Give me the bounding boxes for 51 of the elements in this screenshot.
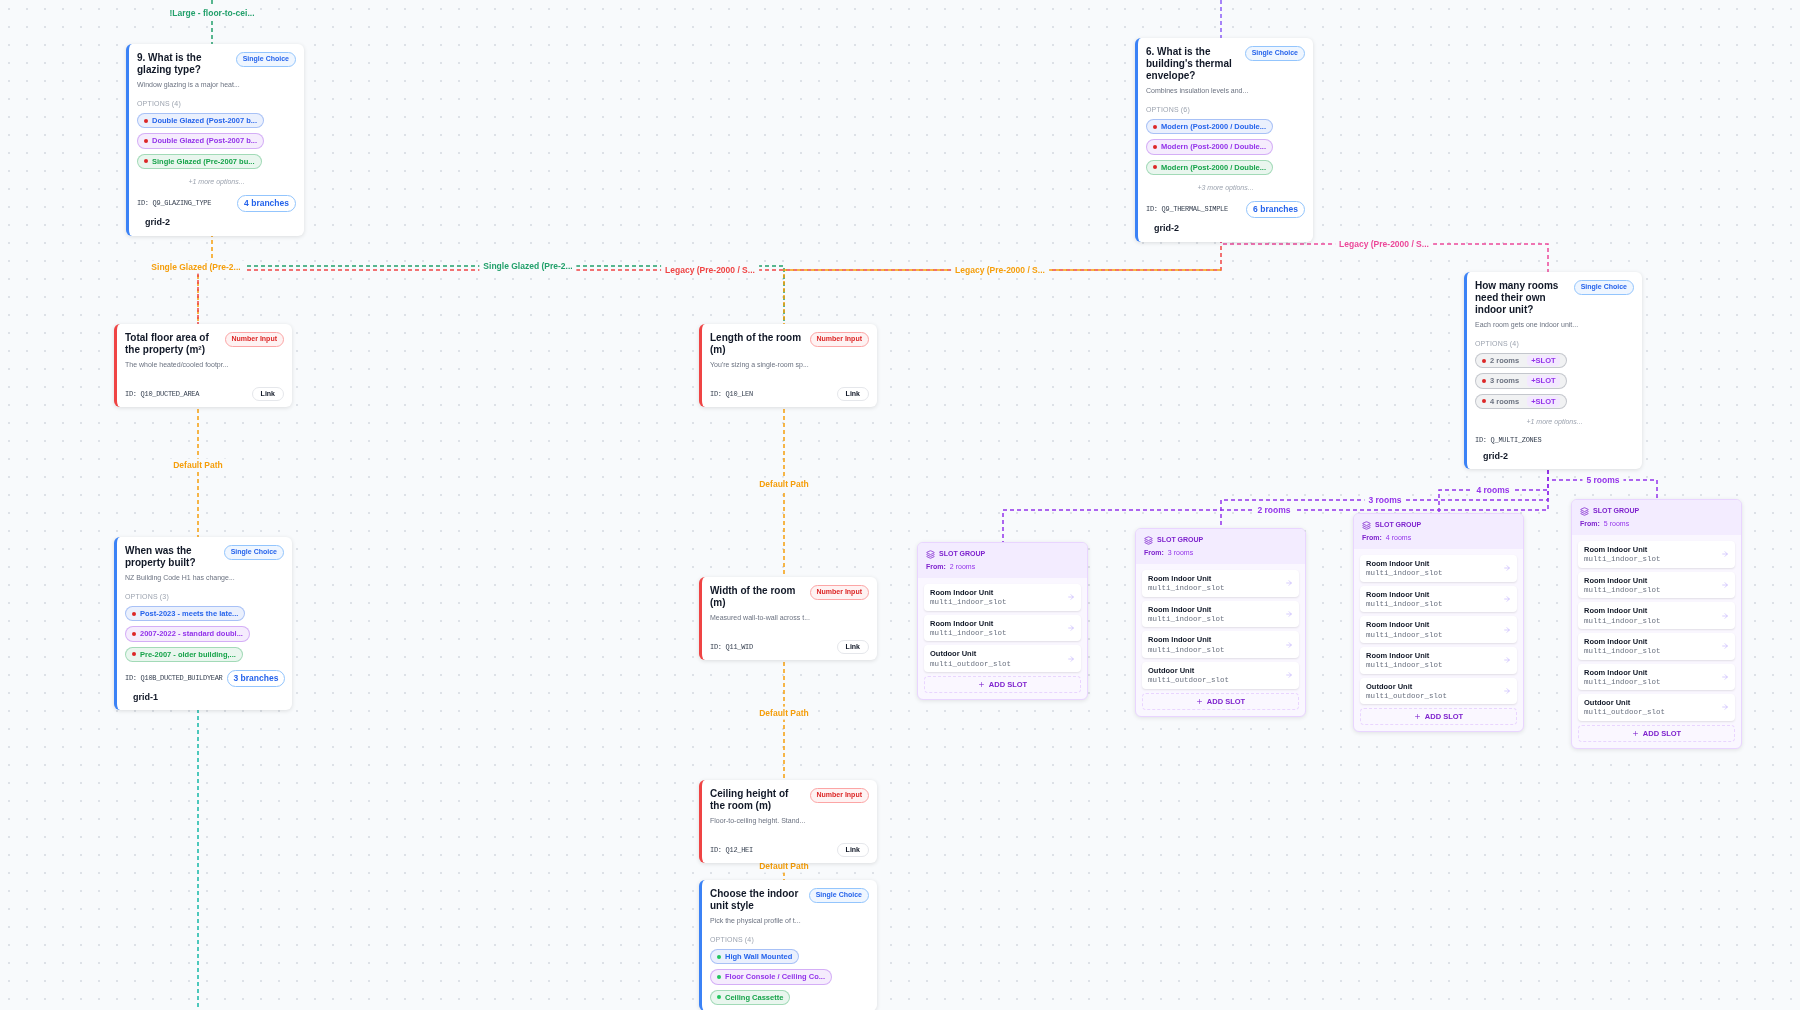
- plus-icon: [1413, 713, 1421, 721]
- question-title: 9. What is the glazing type?: [137, 52, 203, 76]
- arrow-right-icon: [1721, 611, 1729, 620]
- question-title: When was the property built?: [125, 545, 197, 569]
- arrow-right-icon: [1503, 564, 1511, 573]
- plus-icon: [977, 681, 985, 688]
- edge-label: Legacy (Pre-2000 / S...: [661, 263, 759, 277]
- edge-label: Legacy (Pre-2000 / S...: [951, 263, 1049, 277]
- arrow-right-icon: [1067, 623, 1075, 632]
- stack-icon: [1580, 506, 1589, 516]
- arrow-right-icon: [1285, 579, 1293, 588]
- plus-icon: [1631, 729, 1639, 737]
- arrow-right-icon: [1503, 686, 1511, 695]
- question-title: Width of the room (m): [710, 585, 797, 609]
- arrow-right-icon: [1503, 594, 1511, 603]
- arrow-right-icon: [1721, 672, 1729, 681]
- arrow-right-icon: [1721, 703, 1729, 712]
- grid-label: grid-2: [1154, 222, 1180, 235]
- edge-label: Single Glazed (Pre-2...: [479, 259, 577, 273]
- arrow-right-icon: [1503, 625, 1511, 634]
- edge-label: Default Path: [169, 458, 227, 472]
- stack-icon: [1144, 535, 1153, 545]
- arrow-right-icon: [1503, 656, 1511, 665]
- grid-label: grid-1: [133, 690, 159, 704]
- grid-label: grid-2: [1483, 449, 1509, 463]
- question-card[interactable]: [126, 44, 304, 236]
- arrow-right-icon: [1721, 580, 1729, 589]
- dashed-connector: [1220, 0, 1222, 39]
- slot-group-card[interactable]: [1571, 499, 1742, 749]
- stack-icon: [926, 549, 935, 559]
- question-title: How many rooms need their own indoor unit?: [1475, 280, 1560, 316]
- question-card[interactable]: [114, 537, 292, 710]
- arrow-right-icon: [1721, 550, 1729, 559]
- plus-icon: [1195, 697, 1203, 705]
- question-title: Total floor area of the property (m²): [125, 332, 210, 356]
- grid-label: grid-2: [145, 216, 171, 229]
- arrow-right-icon: [1285, 671, 1293, 680]
- question-card[interactable]: [1135, 38, 1313, 242]
- arrow-right-icon: [1285, 609, 1293, 618]
- arrow-right-icon: [1067, 593, 1075, 602]
- stack-icon: [1362, 520, 1371, 530]
- question-title: 6. What is the building's thermal envelope?: [1146, 46, 1233, 82]
- slot-group-card[interactable]: [1353, 513, 1524, 733]
- edge-label: Legacy (Pre-2000 / S...: [1335, 237, 1433, 251]
- question-title: Length of the room (m): [710, 332, 803, 356]
- question-title: Choose the indoor unit style: [710, 888, 800, 912]
- question-title: Ceiling height of the room (m): [710, 788, 790, 812]
- arrow-right-icon: [1067, 654, 1075, 663]
- arrow-right-icon: [1285, 640, 1293, 649]
- arrow-right-icon: [1721, 642, 1729, 651]
- dashed-connector: [211, 0, 213, 45]
